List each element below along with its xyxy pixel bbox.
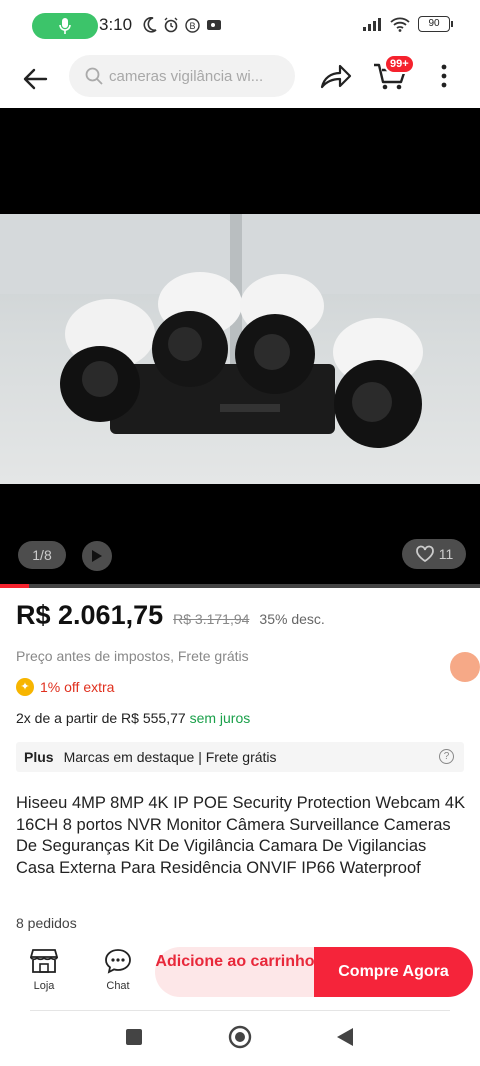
cart-badge: 99+ [384, 54, 415, 74]
original-price: R$ 3.171,94 [173, 611, 250, 627]
buy-now-button[interactable]: Compre Agora [314, 947, 473, 997]
info-icon[interactable]: ? [439, 749, 454, 764]
chat-label: Chat [106, 980, 130, 992]
extra-discount[interactable]: ✦ 1% off extra [16, 678, 114, 696]
extra-discount-label: 1% off extra [40, 679, 115, 695]
tax-note: Preço antes de impostos, Frete grátis [16, 648, 249, 664]
back-nav-icon[interactable] [336, 1027, 354, 1047]
chat-icon [105, 949, 131, 974]
signal-icon [363, 18, 381, 31]
gallery-progress-fill [0, 584, 29, 588]
plus-label: Plus [24, 749, 54, 765]
divider [30, 1010, 450, 1011]
play-icon [92, 550, 102, 562]
store-icon [30, 949, 58, 973]
home-icon[interactable] [228, 1025, 252, 1049]
top-bar: cameras vigilância wi... 99+ [0, 52, 480, 108]
store-button[interactable]: Loja [24, 948, 64, 992]
current-price: R$ 2.061,75 [16, 600, 164, 630]
share-icon[interactable] [319, 61, 353, 91]
product-title: Hiseeu 4MP 8MP 4K IP POE Security Protec… [16, 794, 466, 877]
battery-icon: 90 [418, 16, 453, 32]
store-label: Loja [33, 980, 55, 992]
more-options-icon[interactable] [432, 61, 456, 91]
plus-text: Marcas em destaque | Frete grátis [63, 749, 277, 765]
installments-interest: sem juros [189, 710, 251, 726]
svg-text:B: B [189, 21, 195, 31]
add-to-cart-button[interactable]: Adicione ao carrinho [155, 947, 315, 997]
gallery-progress-bar [0, 584, 480, 588]
search-placeholder: cameras vigilância wi... [109, 67, 264, 85]
status-bar: 3:10 B 90 [0, 0, 480, 52]
alarm-icon [164, 17, 178, 33]
search-icon [85, 67, 103, 85]
recents-icon[interactable] [125, 1028, 143, 1046]
installments-text: 2x de a partir de R$ 555,77 [16, 710, 186, 726]
image-counter: 1/8 [18, 541, 66, 569]
play-video-button[interactable] [82, 541, 112, 571]
product-image[interactable] [0, 214, 480, 484]
back-arrow-icon[interactable] [20, 64, 50, 94]
b-badge-icon: B [185, 17, 200, 33]
heart-icon [415, 545, 434, 563]
wishlist-button[interactable]: 11 [402, 539, 466, 569]
bottom-action-bar: Loja Chat Adicione ao carrinho Compre Ag… [0, 942, 480, 1004]
floating-promo-button[interactable] [450, 652, 480, 682]
system-nav-bar [0, 1018, 480, 1058]
chat-button[interactable]: Chat [98, 948, 138, 992]
moon-icon [143, 17, 157, 33]
search-input[interactable]: cameras vigilância wi... [69, 55, 295, 97]
coin-icon: ✦ [16, 678, 34, 696]
orders-count: 8 pedidos [16, 915, 77, 931]
wifi-icon [390, 17, 410, 32]
product-photo-illustration [0, 214, 480, 448]
price-row: R$ 2.061,75 R$ 3.171,94 35% desc. [16, 600, 325, 631]
product-gallery[interactable]: 1/8 11 [0, 108, 480, 586]
video-icon [207, 20, 221, 30]
microphone-indicator[interactable] [32, 13, 98, 39]
wishlist-count: 11 [438, 546, 454, 562]
installments: 2x de a partir de R$ 555,77 sem juros [16, 710, 250, 726]
discount-label: 35% desc. [259, 611, 325, 627]
microphone-icon [59, 18, 71, 34]
status-time: 3:10 [99, 15, 133, 34]
plus-banner[interactable]: Plus Marcas em destaque | Frete grátis ? [16, 742, 464, 772]
